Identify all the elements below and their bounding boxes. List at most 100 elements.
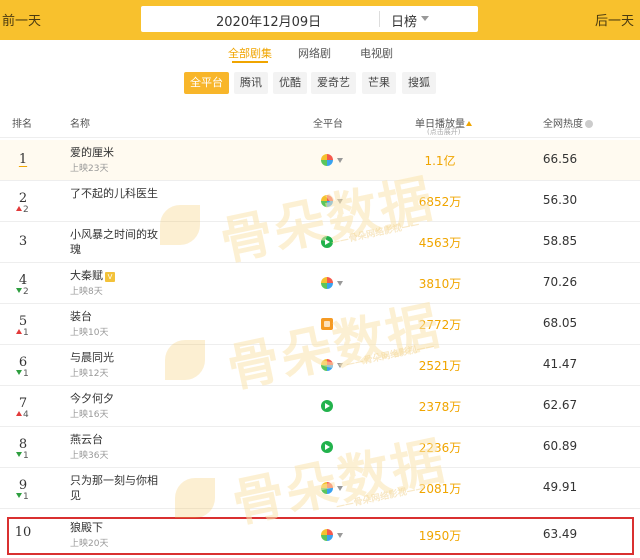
rank-number: 8 (18, 437, 28, 452)
platform-dropdown[interactable] (321, 277, 351, 291)
tab-all-series[interactable]: 全部剧集 (228, 45, 272, 61)
heat-index: 68.05 (542, 316, 578, 330)
active-tab-underline (232, 61, 268, 63)
rank-up-icon (16, 411, 22, 416)
platform-dropdown[interactable] (321, 195, 351, 209)
next-day-button[interactable]: 后一天 (595, 10, 634, 29)
chevron-down-icon (421, 16, 429, 21)
table-row[interactable]: 3 小风暴之时间的玫瑰 4563万 58.85 (0, 222, 640, 263)
daily-views: 2081万 (418, 482, 462, 496)
multi-platform-icon (321, 277, 333, 289)
tab-tv-series[interactable]: 电视剧 (360, 45, 393, 61)
rank-change: 1 (16, 451, 29, 461)
table-row[interactable]: 1 爱的厘米 上映23天 1.1亿 66.56 (0, 140, 640, 181)
date-value: 2020年12月09日 (216, 15, 322, 30)
table-row[interactable]: 2 2 了不起的儿科医生 6852万 56.30 (0, 181, 640, 222)
platform-dropdown[interactable] (321, 154, 351, 168)
rank-number: 3 (18, 234, 28, 249)
platform-filter-tencent[interactable]: 腾讯 (234, 72, 268, 94)
drama-title[interactable]: 了不起的儿科医生 (70, 186, 160, 201)
release-days: 上映16天 (70, 410, 109, 420)
release-days: 上映23天 (70, 164, 109, 174)
heat-index: 62.67 (542, 398, 578, 412)
platform-icon-cell (321, 318, 351, 332)
views-expand-note[interactable]: (点击展开) (427, 127, 460, 137)
date-picker[interactable]: 2020年12月09日 日榜 (141, 6, 478, 32)
rank-down-icon (16, 288, 22, 293)
platform-icon-cell (321, 400, 351, 414)
rank-change-value: 2 (23, 205, 29, 215)
daily-views: 2378万 (418, 400, 462, 414)
rank-down-icon (16, 493, 22, 498)
chevron-down-icon (337, 486, 343, 491)
daily-views: 1.1亿 (424, 154, 456, 168)
release-days: 上映36天 (70, 451, 109, 461)
table-row[interactable]: 6 1 与晨同光 上映12天 2521万 41.47 (0, 345, 640, 386)
ranking-page: 前一天 2020年12月09日 日榜 后一天 全部剧集 网络剧 电视剧 全平台 … (0, 0, 640, 558)
drama-title[interactable]: 今夕何夕 (70, 391, 160, 406)
daily-views: 2772万 (418, 318, 462, 332)
rank-number: 1 (18, 152, 28, 167)
tab-web-series[interactable]: 网络剧 (298, 45, 331, 61)
rank-change-value: 1 (23, 369, 29, 379)
table-row[interactable]: 5 1 装台 上映10天 2772万 68.05 (0, 304, 640, 345)
drama-title[interactable]: 只为那一刻与你相见 (70, 473, 160, 503)
rank-down-icon (16, 370, 22, 375)
rank-change: 1 (16, 328, 29, 338)
vip-badge-icon: V (105, 272, 115, 282)
daily-views: 4563万 (418, 236, 462, 250)
rank-down-icon (16, 452, 22, 457)
drama-title[interactable]: 燕云台 (70, 432, 160, 447)
table-row[interactable]: 4 2 大秦赋 V 上映8天 3810万 70.26 (0, 263, 640, 304)
header-rank: 排名 (12, 119, 32, 130)
table-header: 排名 名称 全平台 单日播放量 全网热度 (0, 104, 640, 138)
rank-type-select[interactable]: 日榜 (391, 11, 417, 30)
drama-title[interactable]: 装台 (70, 309, 160, 324)
rank-change: 1 (16, 369, 29, 379)
rank-up-icon (16, 329, 22, 334)
rank-change-value: 1 (23, 492, 29, 502)
heat-index: 49.91 (542, 480, 578, 494)
rank-change: 4 (16, 410, 29, 420)
rank-number: 2 (18, 191, 28, 206)
info-icon[interactable] (585, 120, 593, 128)
drama-title[interactable]: 大秦赋 V (70, 268, 160, 283)
heat-index: 66.56 (542, 152, 578, 166)
platform-filter-sohu[interactable]: 搜狐 (402, 72, 436, 94)
platform-filter-iqiyi[interactable]: 爱奇艺 (311, 72, 356, 94)
drama-title[interactable]: 爱的厘米 (70, 145, 160, 160)
rank-number: 5 (18, 314, 28, 329)
platform-dropdown[interactable] (321, 482, 351, 496)
rank-change: 2 (16, 205, 29, 215)
rank-change-value: 1 (23, 328, 29, 338)
daily-views: 6852万 (418, 195, 462, 209)
heat-index: 41.47 (542, 357, 578, 371)
header-heat-label: 全网热度 (543, 119, 583, 130)
platform-filter-all[interactable]: 全平台 (184, 72, 229, 94)
release-days: 上映12天 (70, 369, 109, 379)
header-heat: 全网热度 (543, 115, 593, 130)
rank-number: 6 (18, 355, 28, 370)
sort-caret-icon (466, 121, 472, 126)
table-row[interactable]: 7 4 今夕何夕 上映16天 2378万 62.67 (0, 386, 640, 427)
rank-up-icon (16, 206, 22, 211)
multi-platform-icon (321, 195, 333, 207)
rank-change-value: 4 (23, 410, 29, 420)
rank-number: 4 (18, 273, 28, 288)
rank-change-value: 2 (23, 287, 29, 297)
multi-platform-icon (321, 482, 333, 494)
drama-title[interactable]: 小风暴之时间的玫瑰 (70, 227, 160, 257)
table-row[interactable]: 9 1 只为那一刻与你相见 2081万 49.91 (0, 468, 640, 509)
rank-number: 9 (18, 478, 28, 493)
rank-change: 2 (16, 287, 29, 297)
platform-filter-youku[interactable]: 优酷 (273, 72, 307, 94)
drama-title[interactable]: 与晨同光 (70, 350, 160, 365)
chevron-down-icon (337, 199, 343, 204)
heat-index: 56.30 (542, 193, 578, 207)
platform-filter-mango[interactable]: 芒果 (362, 72, 396, 94)
prev-day-button[interactable]: 前一天 (2, 10, 41, 29)
daily-views: 2521万 (418, 359, 462, 373)
platform-dropdown[interactable] (321, 359, 351, 373)
chevron-down-icon (337, 363, 343, 368)
table-row[interactable]: 8 1 燕云台 上映36天 2236万 60.89 (0, 427, 640, 468)
